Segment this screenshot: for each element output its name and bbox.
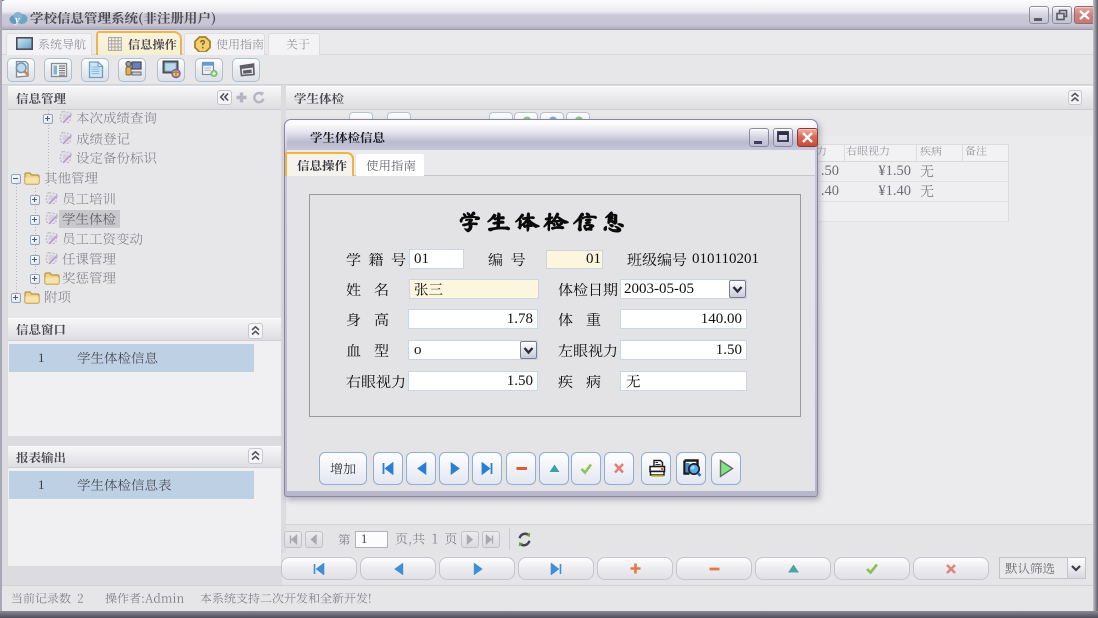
svg-text:y: y [13, 14, 20, 25]
